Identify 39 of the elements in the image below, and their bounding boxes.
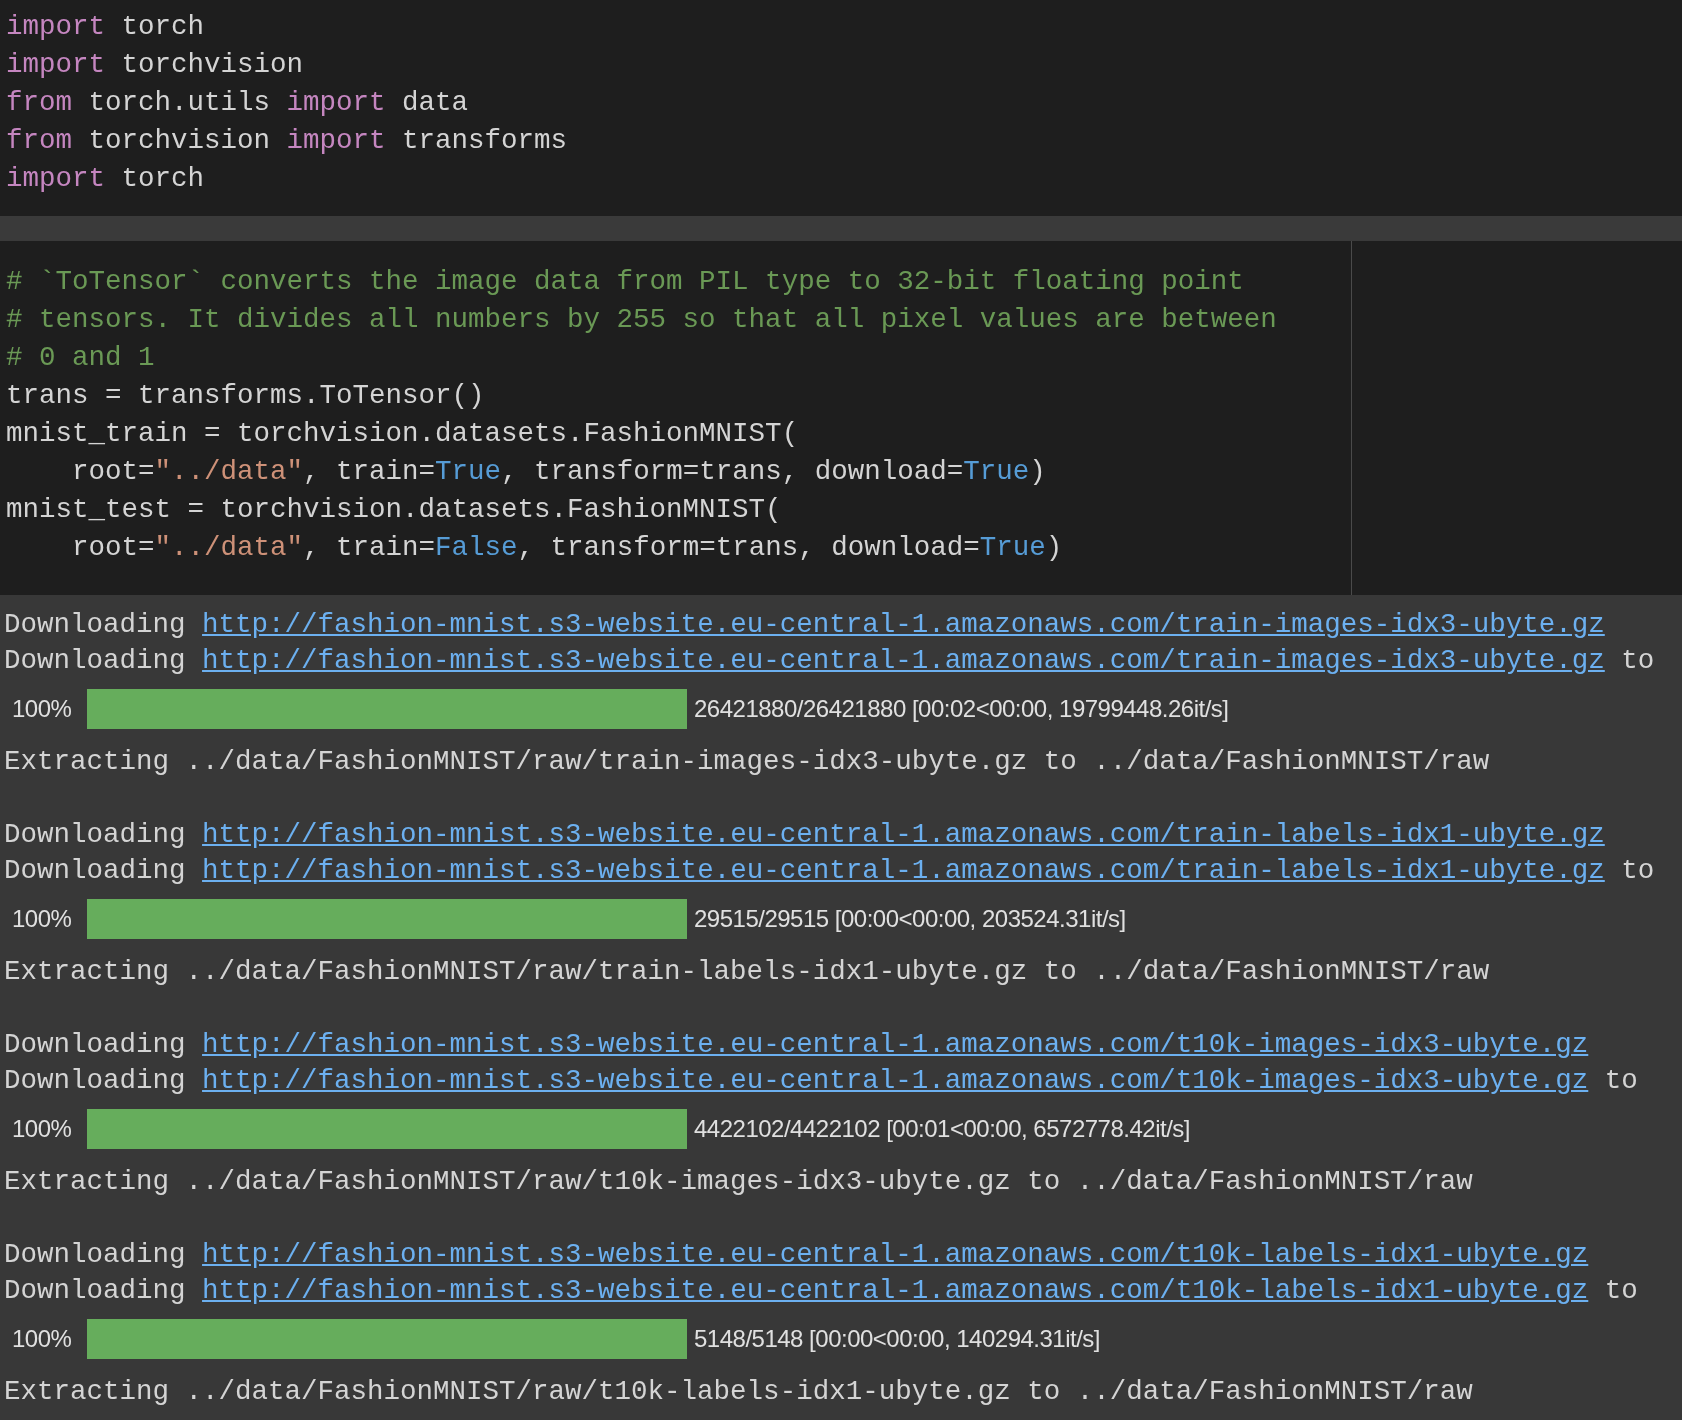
progress-percent: 100%: [11, 904, 73, 934]
code-cell[interactable]: import torch import torchvision from torch.utils import data from torchvision import transforms import torch: [0, 0, 1682, 216]
progress-stats: 29515/29515 [00:00<00:00, 203524.31it/s]: [694, 904, 1126, 934]
output-text: Downloading: [4, 1064, 186, 1099]
code-line: # `ToTensor` converts the image data from PIL type to 32-bit floating point: [6, 265, 1245, 299]
progress-percent: 100%: [11, 694, 73, 724]
progress-percent: 100%: [11, 1114, 73, 1144]
output-text: Downloading: [4, 854, 186, 889]
code-line: import torch: [6, 10, 206, 44]
output-text: to: [1604, 1064, 1638, 1099]
progress-stats: 26421880/26421880 [00:02<00:00, 19799448.26it/s]: [694, 694, 1229, 724]
output-text: Downloading: [4, 608, 186, 643]
code-line: # 0 and 1: [6, 341, 156, 375]
progress-percent: 100%: [11, 1324, 73, 1354]
code-line: mnist_train = torchvision.datasets.FashionMNIST(: [6, 417, 800, 451]
progress-stats: 4422102/4422102 [00:01<00:00, 6572778.42it/s]: [694, 1114, 1190, 1144]
code-line: # tensors. It divides all numbers by 255 so that all pixel values are between: [6, 303, 1278, 337]
output-text: Downloading: [4, 644, 186, 679]
code-line: root="../data", train=False, transform=trans, download=True): [71, 531, 1064, 565]
output-text: to: [1621, 644, 1655, 679]
output-text: Extracting ../data/FashionMNIST/raw/t10k-images-idx3-ubyte.gz to ../data/FashionMNIST/raw: [4, 1165, 1473, 1200]
output-text: to: [1604, 1274, 1638, 1309]
code-line: root="../data", train=True, transform=trans, download=True): [71, 455, 1047, 489]
output-text: Downloading: [4, 818, 186, 853]
output-text: Downloading: [4, 1028, 186, 1063]
code-line: trans = transforms.ToTensor(): [6, 379, 486, 413]
code-line: from torch.utils import data: [6, 86, 470, 120]
output-text: Downloading: [4, 1274, 186, 1309]
code-line: import torch: [6, 162, 206, 196]
code-line: import torchvision: [6, 48, 305, 82]
code-line: from torchvision import transforms: [6, 124, 569, 158]
progress-stats: 5148/5148 [00:00<00:00, 140294.31it/s]: [694, 1324, 1101, 1354]
output-text: Downloading: [4, 1238, 186, 1273]
output-text: Extracting ../data/FashionMNIST/raw/train-images-idx3-ubyte.gz to ../data/FashionMNIST/raw: [4, 745, 1490, 780]
output-text: Extracting ../data/FashionMNIST/raw/t10k-labels-idx1-ubyte.gz to ../data/FashionMNIST/raw: [4, 1375, 1473, 1410]
code-cell[interactable]: [0, 241, 1682, 595]
code-line: mnist_test = torchvision.datasets.FashionMNIST(: [6, 493, 783, 527]
output-text: Extracting ../data/FashionMNIST/raw/train-labels-idx1-ubyte.gz to ../data/FashionMNIST/raw: [4, 955, 1490, 990]
output-text: to: [1621, 854, 1655, 889]
